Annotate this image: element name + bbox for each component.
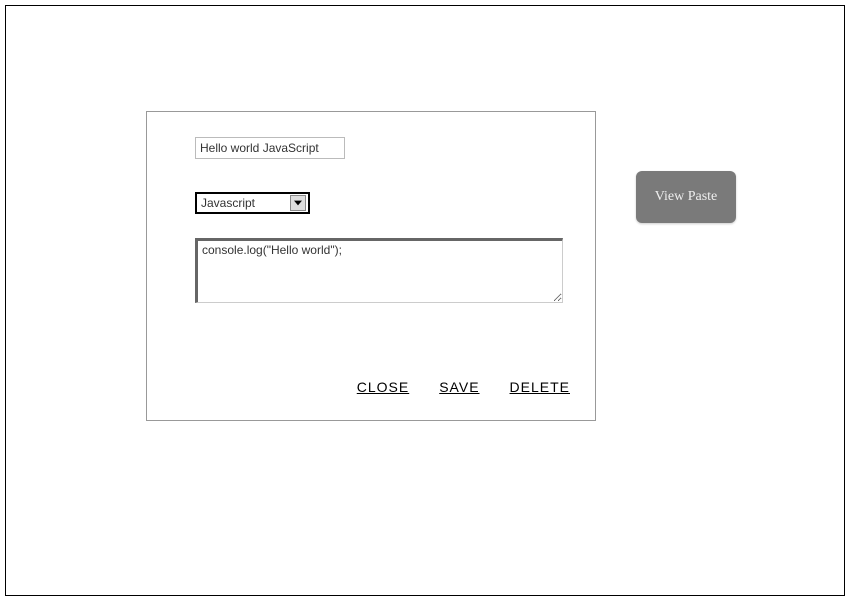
language-select-value: Javascript [201, 196, 255, 210]
view-paste-button[interactable]: View Paste [636, 171, 736, 223]
language-select[interactable]: Javascript [195, 192, 310, 214]
close-button[interactable]: CLOSE [357, 379, 409, 395]
paste-code-textarea[interactable]: console.log("Hello world"); [195, 238, 563, 303]
card-actions: CLOSE SAVE DELETE [357, 379, 570, 395]
chevron-down-icon [290, 195, 306, 211]
paste-editor-card: Javascript console.log("Hello world"); C… [146, 111, 596, 421]
paste-title-input[interactable] [195, 137, 345, 159]
app-frame: Javascript console.log("Hello world"); C… [5, 5, 845, 596]
delete-button[interactable]: DELETE [510, 379, 570, 395]
save-button[interactable]: SAVE [439, 379, 479, 395]
